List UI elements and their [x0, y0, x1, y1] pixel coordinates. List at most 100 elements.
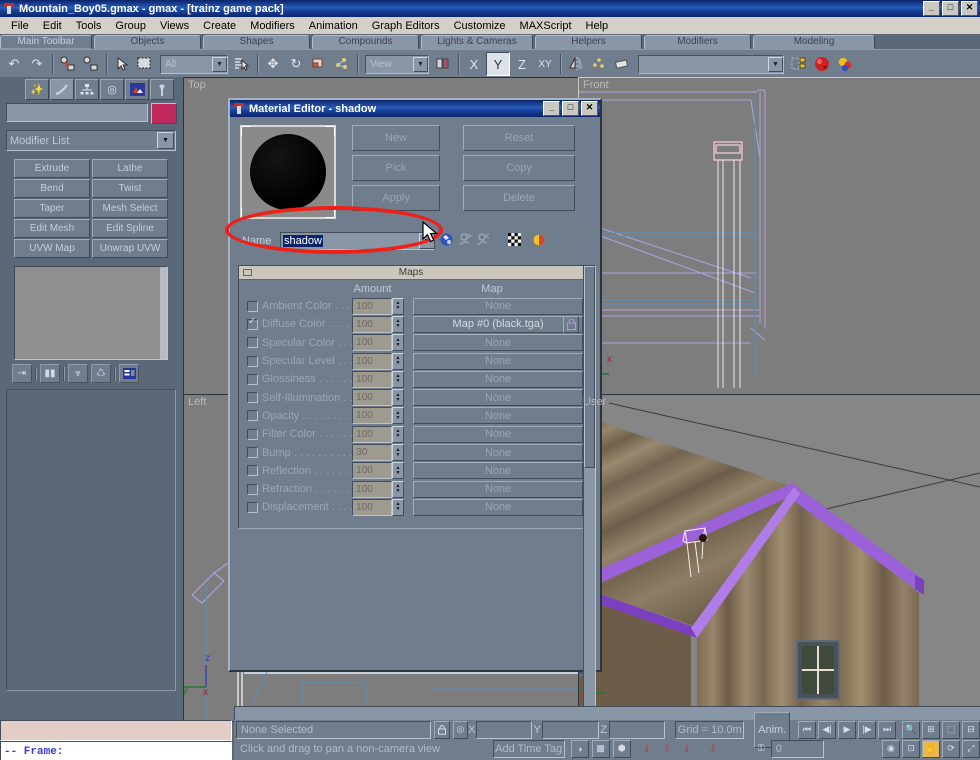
track-bar[interactable]: [234, 706, 980, 721]
viewport-cube-icon[interactable]: ⬢: [612, 739, 631, 758]
map-amount-input[interactable]: 100: [352, 498, 392, 516]
menu-item-modifiers[interactable]: Modifiers: [243, 19, 302, 33]
y-coordinate-field[interactable]: [542, 720, 599, 739]
restrict-to-y-icon[interactable]: Y: [486, 52, 510, 76]
make-unique-icon[interactable]: ⩔: [68, 364, 88, 383]
map-amount-input[interactable]: 30: [352, 444, 392, 462]
map-enable-checkbox[interactable]: [247, 316, 258, 330]
color-sphere-icon[interactable]: [530, 231, 547, 248]
modifier-button-edit-mesh[interactable]: Edit Mesh: [14, 219, 90, 238]
display-tab[interactable]: [125, 79, 149, 100]
select-and-link-icon[interactable]: [57, 53, 79, 75]
map-amount-input[interactable]: 100: [352, 334, 392, 352]
listener-input-line[interactable]: [0, 720, 232, 741]
collapse-icon[interactable]: [243, 269, 252, 276]
mirror-icon[interactable]: [432, 53, 454, 75]
redo-icon[interactable]: ↷: [26, 53, 48, 75]
map-enable-checkbox[interactable]: [247, 428, 258, 440]
modifier-button-taper[interactable]: Taper: [14, 199, 90, 218]
unlink-selection-icon[interactable]: [80, 53, 102, 75]
arc-rotate-icon[interactable]: ⟳: [941, 739, 960, 758]
map-amount-spinner[interactable]: ▲ ▼: [391, 352, 405, 370]
material-editor-icon[interactable]: [811, 53, 833, 75]
mirror-selected-objects-icon[interactable]: [565, 53, 587, 75]
motion-tab[interactable]: ◎: [100, 79, 124, 100]
modifier-button-unwrap-uvw[interactable]: Unwrap UVW: [92, 239, 168, 258]
select-and-scale-icon[interactable]: [308, 53, 330, 75]
zoom-all-icon[interactable]: ⊞: [922, 720, 940, 739]
material-editor-dialog[interactable]: Material Editor - shadow _ □ ✕ New Pick …: [228, 98, 602, 760]
map-amount-spinner[interactable]: ▲ ▼: [391, 407, 405, 425]
maxscript-mini-listener[interactable]: -- Frame:: [0, 720, 232, 760]
selection-filter-combo[interactable]: All ▼: [160, 54, 228, 74]
zoom-extents-all-icon[interactable]: ⊟: [962, 720, 980, 739]
zoom-icon[interactable]: 🔍: [902, 720, 920, 739]
play-animation-icon[interactable]: ▶: [838, 720, 856, 739]
toolbar-tab-shapes[interactable]: Shapes: [203, 35, 310, 49]
pin-stack-icon[interactable]: ⇥: [12, 364, 32, 383]
reset-material-button[interactable]: Reset: [463, 125, 575, 151]
modifier-stack-scrollbar[interactable]: [160, 267, 167, 359]
map-assign-button[interactable]: None: [413, 389, 583, 407]
material-editor-maximize-button[interactable]: □: [562, 101, 579, 116]
map-amount-spinner[interactable]: ▲ ▼: [391, 498, 405, 516]
select-and-rotate-icon[interactable]: ↻: [285, 53, 307, 75]
material-editor-scrollbar[interactable]: [583, 265, 596, 760]
zoom-extents-icon[interactable]: ⬚: [942, 720, 960, 739]
viewport-front[interactable]: Front x: [578, 77, 980, 395]
map-amount-spinner[interactable]: ▲ ▼: [391, 425, 405, 443]
select-object-icon[interactable]: [111, 53, 133, 75]
material-editor-minimize-button[interactable]: _: [543, 101, 560, 116]
named-selection-sets-combo[interactable]: ▼: [638, 54, 784, 74]
use-pivot-point-icon[interactable]: [331, 53, 353, 75]
absolute-relative-mode-icon[interactable]: ◎: [452, 720, 469, 739]
menu-item-file[interactable]: File: [4, 19, 36, 33]
map-amount-input[interactable]: 100: [352, 297, 392, 315]
key-filter-y-icon[interactable]: ⚷: [659, 741, 675, 757]
reference-coordinate-system-combo[interactable]: View ▼: [365, 54, 429, 74]
map-assign-button[interactable]: None: [413, 407, 583, 425]
modifier-button-lathe[interactable]: Lathe: [92, 159, 168, 178]
toolbar-tab-helpers[interactable]: Helpers: [535, 35, 642, 49]
modifier-stack-list[interactable]: [14, 266, 168, 360]
modifier-button-extrude[interactable]: Extrude: [14, 159, 90, 178]
select-by-name-icon[interactable]: [231, 53, 253, 75]
toolbar-tab-compounds[interactable]: Compounds: [312, 35, 419, 49]
map-enable-checkbox[interactable]: [247, 447, 258, 459]
map-enable-checkbox[interactable]: [247, 501, 258, 513]
layer-manager-icon[interactable]: [788, 53, 810, 75]
key-filter-z-icon[interactable]: ⚷: [679, 741, 695, 757]
toolbar-tab-modifiers[interactable]: Modifiers: [644, 35, 751, 49]
toolbar-tab-objects[interactable]: Objects: [94, 35, 201, 49]
zoom-region-icon[interactable]: ⊡: [901, 739, 920, 758]
listener-output-line[interactable]: -- Frame:: [0, 741, 232, 760]
map-enable-checkbox[interactable]: [247, 410, 258, 422]
field-of-view-icon[interactable]: ◉: [881, 739, 900, 758]
menu-item-edit[interactable]: Edit: [36, 19, 69, 33]
map-enable-checkbox[interactable]: [247, 483, 258, 495]
remove-modifier-icon[interactable]: ♺: [91, 364, 111, 383]
modifier-button-uvw-map[interactable]: UVW Map: [14, 239, 90, 258]
map-amount-spinner[interactable]: ▲ ▼: [391, 370, 405, 388]
maps-rollout-header[interactable]: Maps: [239, 266, 583, 280]
toolbar-tab-lights-cameras[interactable]: Lights & Cameras: [421, 35, 533, 49]
background-checker-icon[interactable]: [506, 231, 523, 248]
modifier-button-twist[interactable]: Twist: [92, 179, 168, 198]
close-button[interactable]: ✕: [961, 1, 978, 16]
menu-item-animation[interactable]: Animation: [302, 19, 365, 33]
undo-icon[interactable]: ↶: [3, 53, 25, 75]
map-amount-input[interactable]: 100: [352, 407, 392, 425]
map-enable-checkbox[interactable]: [247, 337, 258, 349]
object-color-swatch[interactable]: [151, 103, 177, 124]
map-enable-checkbox[interactable]: [247, 355, 258, 367]
map-amount-input[interactable]: 100: [352, 389, 392, 407]
add-time-tag-button[interactable]: Add Time Tag: [492, 739, 565, 758]
modifier-list-dropdown[interactable]: Modifier List ▼: [6, 130, 176, 151]
modifier-button-edit-spline[interactable]: Edit Spline: [92, 219, 168, 238]
map-assign-button[interactable]: None: [413, 334, 583, 352]
copy-material-button[interactable]: Copy: [463, 155, 575, 181]
min-max-toggle-icon[interactable]: ⤢: [961, 739, 980, 758]
map-enable-checkbox[interactable]: [247, 373, 258, 385]
material-preview-swatch[interactable]: [240, 125, 336, 219]
map-amount-spinner[interactable]: ▲ ▼: [391, 315, 405, 333]
